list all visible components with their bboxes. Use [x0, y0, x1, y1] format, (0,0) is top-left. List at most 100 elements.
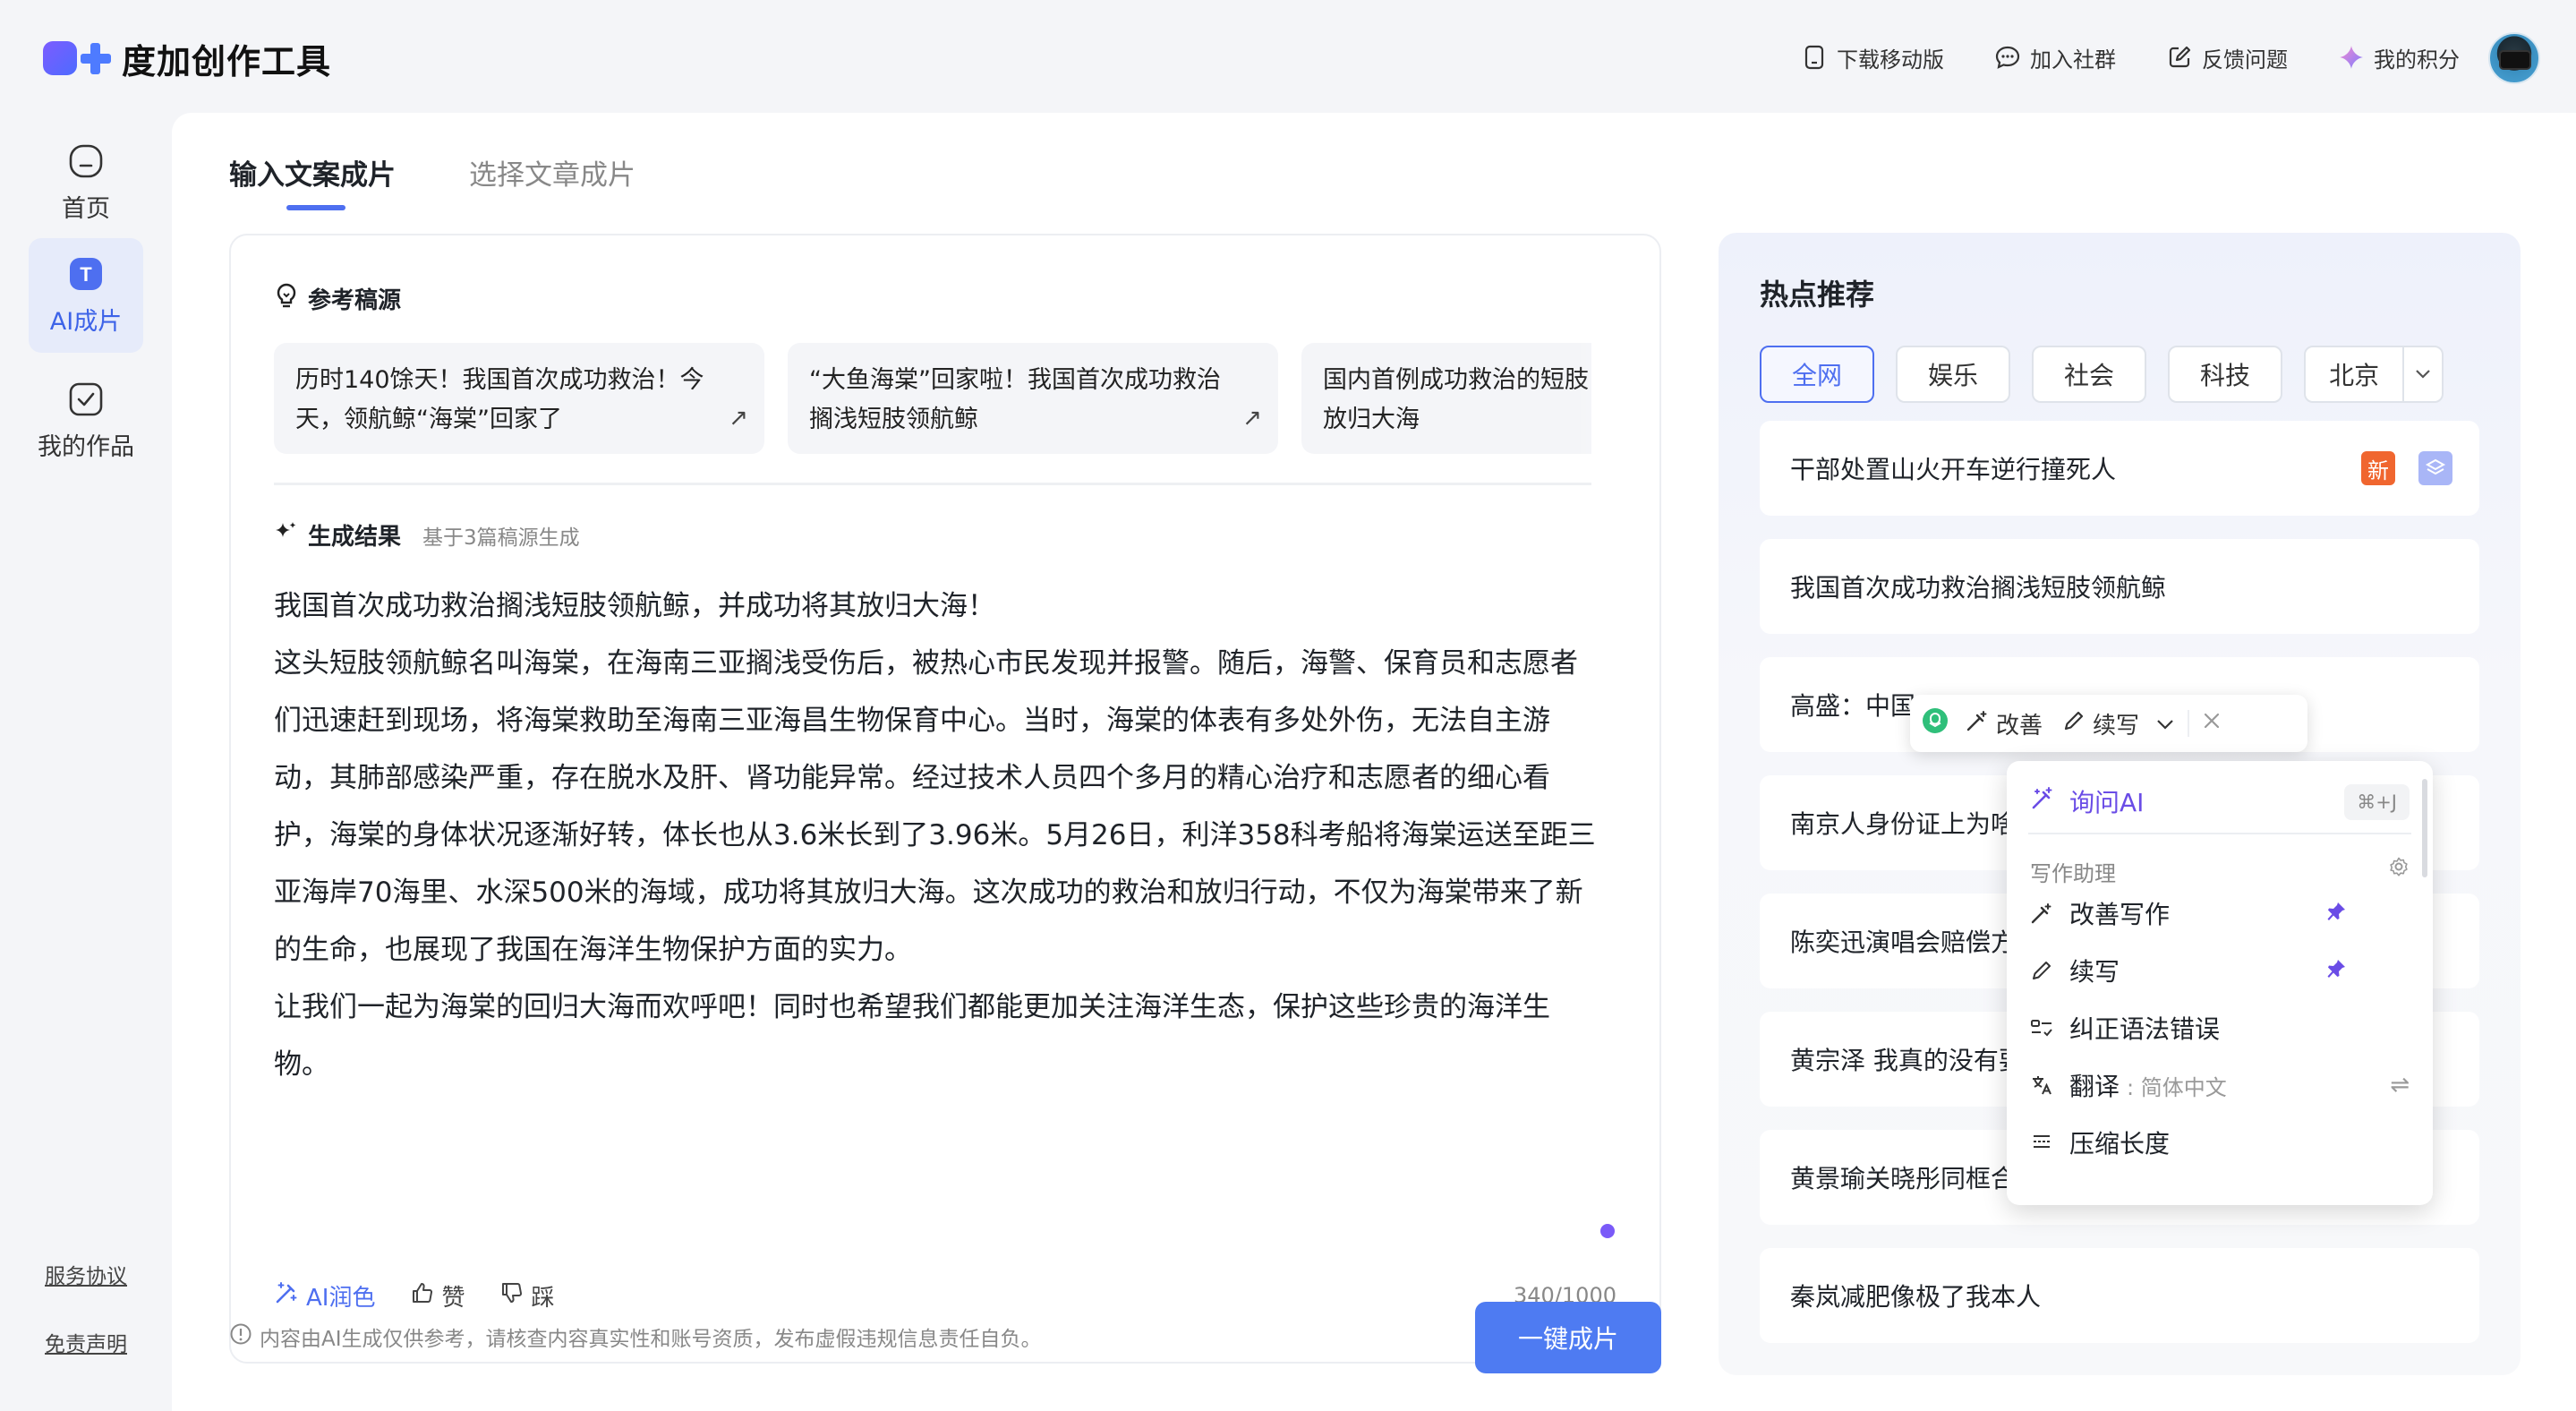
reference-cards: 历时140馀天！我国首次成功救治！今 天，领航鲸“海棠”回家了 ↗ “大鱼海棠”…	[274, 343, 1591, 459]
list-item[interactable]: 秦岚减肥像极了我本人	[1760, 1248, 2479, 1343]
sidebar-item-my-works[interactable]: 我的作品	[29, 363, 143, 478]
reference-title: 参考稿源	[308, 287, 402, 314]
improve-label: 改善	[1996, 712, 2043, 740]
shorten-item[interactable]: 压缩长度	[2030, 1117, 2410, 1167]
translate-item[interactable]: 翻译 : 简体中文 ⇌	[2030, 1060, 2410, 1110]
ai-assistant-logo-icon[interactable]	[1921, 706, 1949, 741]
tab-all-web[interactable]: 全网	[1760, 346, 1875, 403]
section-divider	[274, 483, 1591, 485]
tab-entertainment[interactable]: 娱乐	[1896, 346, 2011, 403]
fix-grammar-item[interactable]: 纠正语法错误	[2030, 1003, 2410, 1053]
list-item[interactable]: 我国首次成功救治搁浅短肢领航鲸	[1760, 539, 2479, 634]
improve-button[interactable]: 改善	[1962, 707, 2046, 740]
reference-card-line: 国内首例成功救治的短肢	[1323, 366, 1589, 394]
home-icon	[67, 142, 105, 180]
top-header: 度加创作工具 下载移动版 加入社群 反馈问题 我的积分	[0, 0, 2576, 113]
swap-icon[interactable]: ⇌	[2390, 1072, 2410, 1099]
gear-icon[interactable]	[2388, 856, 2410, 883]
reference-card-line: 搁浅短肢领航鲸	[809, 406, 978, 433]
menu-scrollbar[interactable]	[2422, 779, 2427, 877]
join-community-label: 加入社群	[2030, 47, 2116, 73]
pencil-icon	[2062, 709, 2086, 739]
dislike-label: 踩	[531, 1285, 555, 1312]
reference-card[interactable]: 国内首例成功救治的短肢 放归大海	[1301, 343, 1591, 454]
reference-card[interactable]: 历时140馀天！我国首次成功救治！今 天，领航鲸“海棠”回家了 ↗	[274, 343, 764, 454]
chevron-down-icon[interactable]	[2402, 347, 2442, 401]
ai-video-icon: T	[67, 255, 105, 293]
info-circle-icon	[229, 1322, 252, 1351]
download-mobile-button[interactable]: 下载移动版	[1801, 42, 1944, 73]
hot-topic-text: 我国首次成功救治搁浅短肢领航鲸	[1790, 573, 2167, 603]
sidebar-item-home[interactable]: 首页	[29, 125, 143, 240]
tab-society[interactable]: 社会	[2032, 346, 2147, 403]
feedback-label: 反馈问题	[2202, 47, 2288, 73]
like-button[interactable]: 赞	[411, 1279, 465, 1313]
reference-card-line: “大鱼海棠”回家啦！我国首次成功救治	[809, 366, 1221, 394]
tab-input-copy[interactable]: 输入文案成片	[229, 152, 396, 210]
reference-card-line: 历时140馀天！我国首次成功救治！今	[295, 366, 704, 394]
generate-video-button[interactable]: 一键成片	[1475, 1302, 1661, 1373]
dislike-button[interactable]: 踩	[500, 1279, 555, 1313]
hot-topic-text: 陈奕迅演唱会赔偿方	[1790, 928, 2017, 957]
menu-item-label: 纠正语法错误	[2069, 1014, 2221, 1044]
reference-card[interactable]: “大鱼海棠”回家啦！我国首次成功救治 搁浅短肢领航鲸 ↗	[788, 343, 1278, 454]
ai-polish-button[interactable]: AI润色	[274, 1279, 375, 1313]
hot-topics-title: 热点推荐	[1760, 278, 1875, 312]
feedback-button[interactable]: 反馈问题	[2166, 42, 2288, 73]
ask-ai-item[interactable]: 询问AI ⌘+J	[2030, 775, 2410, 827]
chevron-down-icon[interactable]	[2155, 710, 2175, 737]
continue-writing-item[interactable]: 续写	[2030, 945, 2410, 996]
menu-item-label: 翻译	[2069, 1072, 2120, 1101]
compress-lines-icon	[2030, 1131, 2053, 1154]
logo-mark-icon	[41, 38, 113, 79]
lightbulb-icon	[274, 282, 299, 315]
pin-icon[interactable]	[2325, 956, 2347, 986]
result-subtitle: 基于3篇稿源生成	[422, 526, 580, 550]
terms-link[interactable]: 服务协议	[0, 1259, 172, 1289]
tab-tech[interactable]: 科技	[2168, 346, 2283, 403]
list-item[interactable]: 干部处置山火开车逆行撞死人 新	[1760, 421, 2479, 516]
continue-writing-label: 续写	[2093, 712, 2140, 740]
sidebar-item-label: AI成片	[49, 307, 123, 336]
ai-action-menu: 询问AI ⌘+J 写作助理 改善写作 续写 纠正语法错误 翻译: 简体中文 ⇌…	[2007, 761, 2433, 1205]
layers-icon[interactable]	[2418, 451, 2452, 485]
sidebar-item-ai-video[interactable]: T AI成片	[29, 238, 143, 353]
ai-cursor-indicator	[1600, 1224, 1615, 1238]
close-icon[interactable]	[2202, 710, 2222, 737]
menu-divider	[2028, 833, 2411, 834]
reference-card-line: 天，领航鲸“海棠”回家了	[295, 406, 562, 433]
pin-icon[interactable]	[2325, 899, 2347, 928]
join-community-button[interactable]: 加入社群	[1994, 42, 2116, 73]
menu-group-label: 写作助理	[2030, 856, 2410, 887]
hot-topic-text: 黄宗泽 我真的没有要	[1790, 1046, 2024, 1075]
continue-writing-button[interactable]: 续写	[2059, 707, 2143, 740]
hot-topic-text: 高盛：中国	[1790, 691, 1916, 721]
disclaimer-link[interactable]: 免责声明	[0, 1327, 172, 1357]
magic-wand-icon	[1966, 709, 1989, 739]
translate-target-language: : 简体中文	[2127, 1074, 2227, 1100]
region-select[interactable]: 北京	[2304, 346, 2444, 403]
chat-bubble-icon	[1994, 44, 2021, 71]
my-points-label: 我的积分	[2374, 47, 2460, 73]
translate-icon	[2030, 1073, 2053, 1097]
reference-header: 参考稿源	[274, 282, 401, 315]
result-title: 生成结果	[308, 524, 402, 551]
group-label-text: 写作助理	[2030, 861, 2116, 886]
region-label: 北京	[2329, 361, 2380, 390]
menu-item-label: 压缩长度	[2069, 1129, 2171, 1159]
tab-select-article[interactable]: 选择文章成片	[469, 152, 635, 210]
my-points-button[interactable]: 我的积分	[2338, 42, 2460, 73]
hot-topic-text: 黄景瑜关晓彤同框合	[1790, 1164, 2017, 1193]
user-avatar[interactable]	[2488, 32, 2540, 84]
arrow-up-right-icon: ↗	[729, 405, 748, 432]
hot-topic-text: 秦岚减肥像极了我本人	[1790, 1282, 2042, 1312]
sparkles-icon	[274, 519, 299, 551]
app-logo[interactable]: 度加创作工具	[41, 36, 331, 81]
generated-text[interactable]: 我国首次成功救治搁浅短肢领航鲸，并成功将其放归大海！ 这头短肢领航鲸名叫海棠，在…	[274, 577, 1599, 1093]
improve-writing-item[interactable]: 改善写作	[2030, 888, 2410, 938]
sparkle-icon	[2338, 44, 2365, 71]
menu-item-label: 续写	[2069, 957, 2120, 987]
like-label: 赞	[441, 1285, 465, 1312]
download-mobile-label: 下载移动版	[1837, 47, 1944, 73]
result-header: 生成结果 基于3篇稿源生成	[274, 518, 580, 552]
